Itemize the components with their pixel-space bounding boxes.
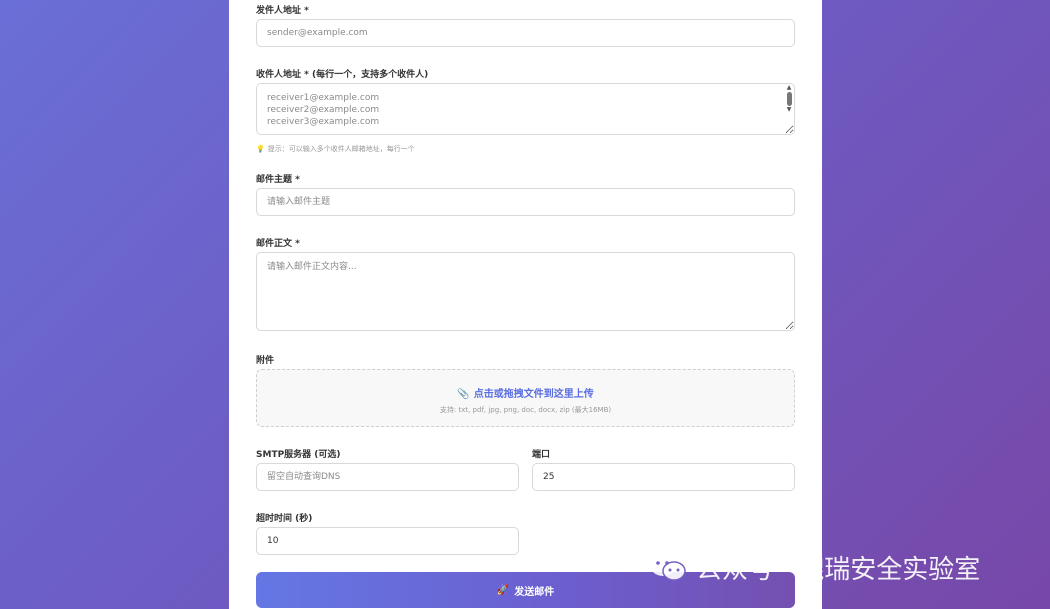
upload-subtitle: 支持: txt, pdf, jpg, png, doc, docx, zip (… (439, 406, 612, 414)
port-label: 端口 (532, 450, 551, 460)
subject-label: 邮件主题 * (256, 175, 300, 185)
body-label: 邮件正文 * (256, 239, 300, 249)
sender-input[interactable] (256, 19, 795, 47)
send-button-label: 发送邮件 (514, 586, 555, 598)
upload-title: 📎 点击或拖拽文件到这里上传 (257, 385, 794, 400)
smtp-label: SMTP服务器 (可选) (256, 450, 341, 460)
watermark-separator: · (782, 552, 791, 582)
lightbulb-icon: 💡 (256, 145, 265, 153)
scroll-thumb[interactable] (786, 92, 792, 106)
attachment-label: 附件 (256, 356, 275, 366)
body-textarea[interactable] (256, 252, 795, 331)
email-form-card: 发件人地址 * 收件人地址 * (每行一个，支持多个收件人) ▲ ▼ 💡提示：可… (229, 0, 822, 609)
recipients-hint: 💡 提示：可以输入多个收件人邮箱地址，每行一个 (256, 144, 415, 154)
watermark-text-right: 貔瑞安全实验室 (798, 554, 981, 585)
file-upload-dropzone[interactable]: 📎 点击或拖拽文件到这里上传 支持: txt, pdf, jpg, png, do… (256, 369, 795, 427)
subject-input[interactable] (256, 188, 795, 216)
hint-text: 提示：可以输入多个收件人邮箱地址，每行一个 (267, 145, 415, 153)
timeout-label: 超时时间 (秒) (256, 514, 313, 524)
upload-title-text: 点击或拖拽文件到这里上传 (473, 389, 594, 400)
wechat-icon (650, 554, 686, 581)
scroll-down-icon[interactable]: ▼ (785, 107, 793, 113)
watermark: 公众号 · 貔瑞安全实验室 (648, 550, 981, 585)
watermark-text-left: 公众号 (696, 554, 775, 585)
recipients-scrollbar[interactable]: ▲ ▼ (785, 85, 793, 121)
sender-label: 发件人地址 * (256, 6, 309, 16)
recipients-textarea[interactable] (256, 83, 795, 135)
timeout-input[interactable] (256, 527, 519, 555)
paperclip-icon: 📎 (457, 389, 470, 400)
scroll-up-icon[interactable]: ▲ (785, 85, 793, 91)
port-input[interactable] (532, 463, 795, 491)
smtp-server-input[interactable] (256, 463, 519, 491)
recipients-label: 收件人地址 * (每行一个，支持多个收件人) (256, 70, 429, 80)
rocket-icon: 🚀 (496, 584, 510, 596)
